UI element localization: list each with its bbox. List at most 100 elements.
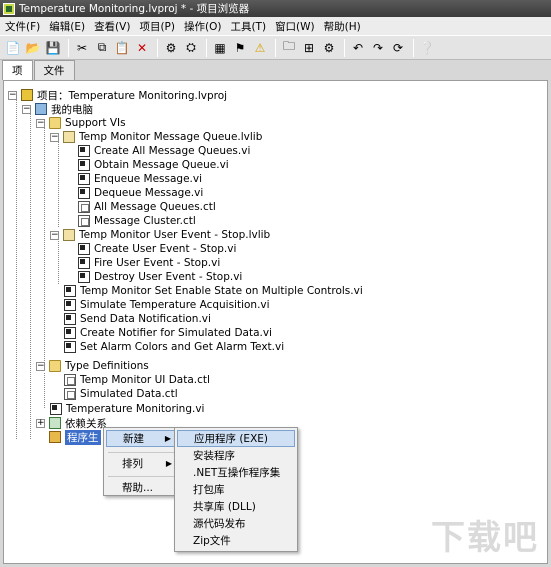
menu-item-shared-library[interactable]: 共享库 (DLL) — [177, 498, 295, 515]
vi-icon — [64, 285, 76, 297]
add-icon[interactable]: ⊞ — [300, 39, 318, 57]
menu-edit[interactable]: 编辑(E) — [46, 19, 91, 34]
tab-files[interactable]: 文件 — [33, 60, 75, 80]
tree-row-vi[interactable]: Enqueue Message.vi — [78, 172, 202, 186]
tree-row-lib[interactable]: − Temp Monitor User Event - Stop.lvlib — [50, 228, 270, 242]
collapse-icon[interactable]: − — [8, 90, 17, 100]
menu-item-label: Zip文件 — [193, 535, 231, 547]
tree-row-vi[interactable]: Destroy User Event - Stop.vi — [78, 270, 242, 284]
menu-window[interactable]: 窗口(W) — [272, 19, 321, 34]
control-icon — [78, 201, 90, 213]
tree-row-build-specs[interactable]: 程序生 — [49, 429, 101, 445]
control-icon — [64, 388, 76, 400]
tree-row-project[interactable]: − 项目：Temperature Monitoring.lvproj — [8, 88, 227, 102]
tree-label: Set Alarm Colors and Get Alarm Text.vi — [80, 341, 285, 353]
tree-label: Create All Message Queues.vi — [94, 145, 251, 157]
paste-icon[interactable]: 📋 — [113, 39, 131, 57]
tree-row-ctl[interactable]: Message Cluster.ctl — [78, 214, 196, 228]
help-icon[interactable]: ❔ — [418, 39, 436, 57]
menu-view[interactable]: 查看(V) — [91, 19, 136, 34]
toolbar-separator — [344, 38, 345, 57]
collapse-icon[interactable]: − — [50, 132, 59, 142]
tree-row-vi[interactable]: Send Data Notification.vi — [64, 312, 211, 326]
menu-item-net-interop[interactable]: .NET互操作程序集 — [177, 464, 295, 481]
tab-items[interactable]: 项 — [2, 60, 33, 80]
menu-item-installer[interactable]: 安装程序 — [177, 447, 295, 464]
menu-help[interactable]: 帮助(H) — [321, 19, 367, 34]
tree-row-vi[interactable]: Create Notifier for Simulated Data.vi — [64, 326, 272, 340]
tree-row-vi[interactable]: Dequeue Message.vi — [78, 186, 203, 200]
toolbar-separator — [413, 38, 414, 57]
undo-icon[interactable]: ↶ — [349, 39, 367, 57]
collapse-icon[interactable]: − — [36, 118, 45, 128]
open-icon[interactable]: 📂 — [24, 39, 42, 57]
context-menu: 新建 ▶ 排列 ▶ 帮助... — [103, 427, 181, 496]
tree-label: Dequeue Message.vi — [94, 187, 204, 199]
tree-connector — [58, 137, 59, 227]
tree-row-vi[interactable]: Temperature Monitoring.vi — [50, 402, 204, 416]
save-all-icon[interactable]: 💾 — [44, 39, 62, 57]
project-icon — [21, 89, 33, 101]
tree-row-vi[interactable]: Create All Message Queues.vi — [78, 144, 250, 158]
build-spec-icon[interactable]: ⚑ — [231, 39, 249, 57]
new-icon[interactable]: 📄 — [4, 39, 22, 57]
deploy-icon[interactable]: ⛭ — [182, 39, 200, 57]
gear-icon[interactable]: ⚙ — [320, 39, 338, 57]
tree-row-ctl[interactable]: Temp Monitor UI Data.ctl — [64, 373, 210, 387]
toolbar-separator — [206, 38, 207, 57]
tree-row-ctl[interactable]: Simulated Data.ctl — [64, 387, 178, 401]
collapse-icon[interactable]: − — [22, 104, 31, 114]
control-icon — [78, 215, 90, 227]
menu-item-source-distribution[interactable]: 源代码发布 — [177, 515, 295, 532]
tree-row-vi[interactable]: Set Alarm Colors and Get Alarm Text.vi — [64, 340, 284, 354]
tree-row-lib[interactable]: − Temp Monitor Message Queue.lvlib — [50, 130, 262, 144]
menu-tools[interactable]: 工具(T) — [227, 19, 272, 34]
cut-icon[interactable]: ✂ — [73, 39, 91, 57]
tree-row-type-defs[interactable]: − Type Definitions — [36, 359, 149, 373]
menu-item-arrange[interactable]: 排列 ▶ — [106, 455, 178, 472]
collapse-icon[interactable]: − — [50, 230, 59, 240]
labview-app-icon — [3, 2, 15, 15]
tree-row-vi[interactable]: Create User Event - Stop.vi — [78, 242, 236, 256]
expand-icon[interactable]: + — [36, 418, 45, 428]
tree-connector — [16, 95, 17, 439]
submenu-arrow-icon: ▶ — [165, 459, 172, 468]
tree-row-support-vis[interactable]: − Support VIs — [36, 116, 126, 130]
tree-label: Type Definitions — [65, 360, 149, 372]
menu-item-packed-library[interactable]: 打包库 — [177, 481, 295, 498]
warning-icon[interactable]: ⚠ — [251, 39, 269, 57]
vi-icon — [64, 341, 76, 353]
tree-row-vi[interactable]: Temp Monitor Set Enable State on Multipl… — [64, 284, 363, 298]
folder-icon — [49, 360, 61, 372]
tree-row-ctl[interactable]: All Message Queues.ctl — [78, 200, 216, 214]
collapse-icon[interactable]: − — [36, 361, 45, 371]
delete-icon[interactable]: ✕ — [133, 39, 151, 57]
menu-item-zip-file[interactable]: Zip文件 — [177, 532, 295, 549]
toolbar-separator — [68, 38, 69, 57]
menu-item-label: 帮助... — [122, 482, 154, 494]
tree-connector — [44, 373, 45, 408]
library-icon — [63, 131, 75, 143]
refresh-icon[interactable]: ⟳ — [389, 39, 407, 57]
menu-project[interactable]: 项目(P) — [136, 19, 181, 34]
tree-row-computer[interactable]: − 我的电脑 — [22, 102, 93, 116]
build-icon[interactable]: ⚙ — [162, 39, 180, 57]
tree-row-vi[interactable]: Fire User Event - Stop.vi — [78, 256, 220, 270]
tree-row-vi[interactable]: Simulate Temperature Acquisition.vi — [64, 298, 270, 312]
tree-row-vi[interactable]: Obtain Message Queue.vi — [78, 158, 229, 172]
submenu-arrow-icon: ▶ — [164, 434, 171, 443]
build-spec-icon — [49, 431, 61, 443]
tree-label: Message Cluster.ctl — [94, 215, 196, 227]
folder-icon[interactable]: 🗀 — [280, 39, 298, 57]
vi-icon — [78, 257, 90, 269]
menu-file[interactable]: 文件(F) — [2, 19, 46, 34]
tree-row-deps[interactable]: + 依赖关系 — [36, 416, 107, 430]
redo-icon[interactable]: ↷ — [369, 39, 387, 57]
menu-operate[interactable]: 操作(O) — [181, 19, 227, 34]
menu-item-application-exe[interactable]: 应用程序 (EXE) — [177, 430, 295, 447]
menu-item-help[interactable]: 帮助... — [106, 479, 178, 496]
menu-item-label: 源代码发布 — [193, 518, 246, 530]
view-icon[interactable]: ▦ — [211, 39, 229, 57]
copy-icon[interactable]: ⧉ — [93, 39, 111, 57]
menu-item-new[interactable]: 新建 ▶ — [106, 430, 178, 447]
